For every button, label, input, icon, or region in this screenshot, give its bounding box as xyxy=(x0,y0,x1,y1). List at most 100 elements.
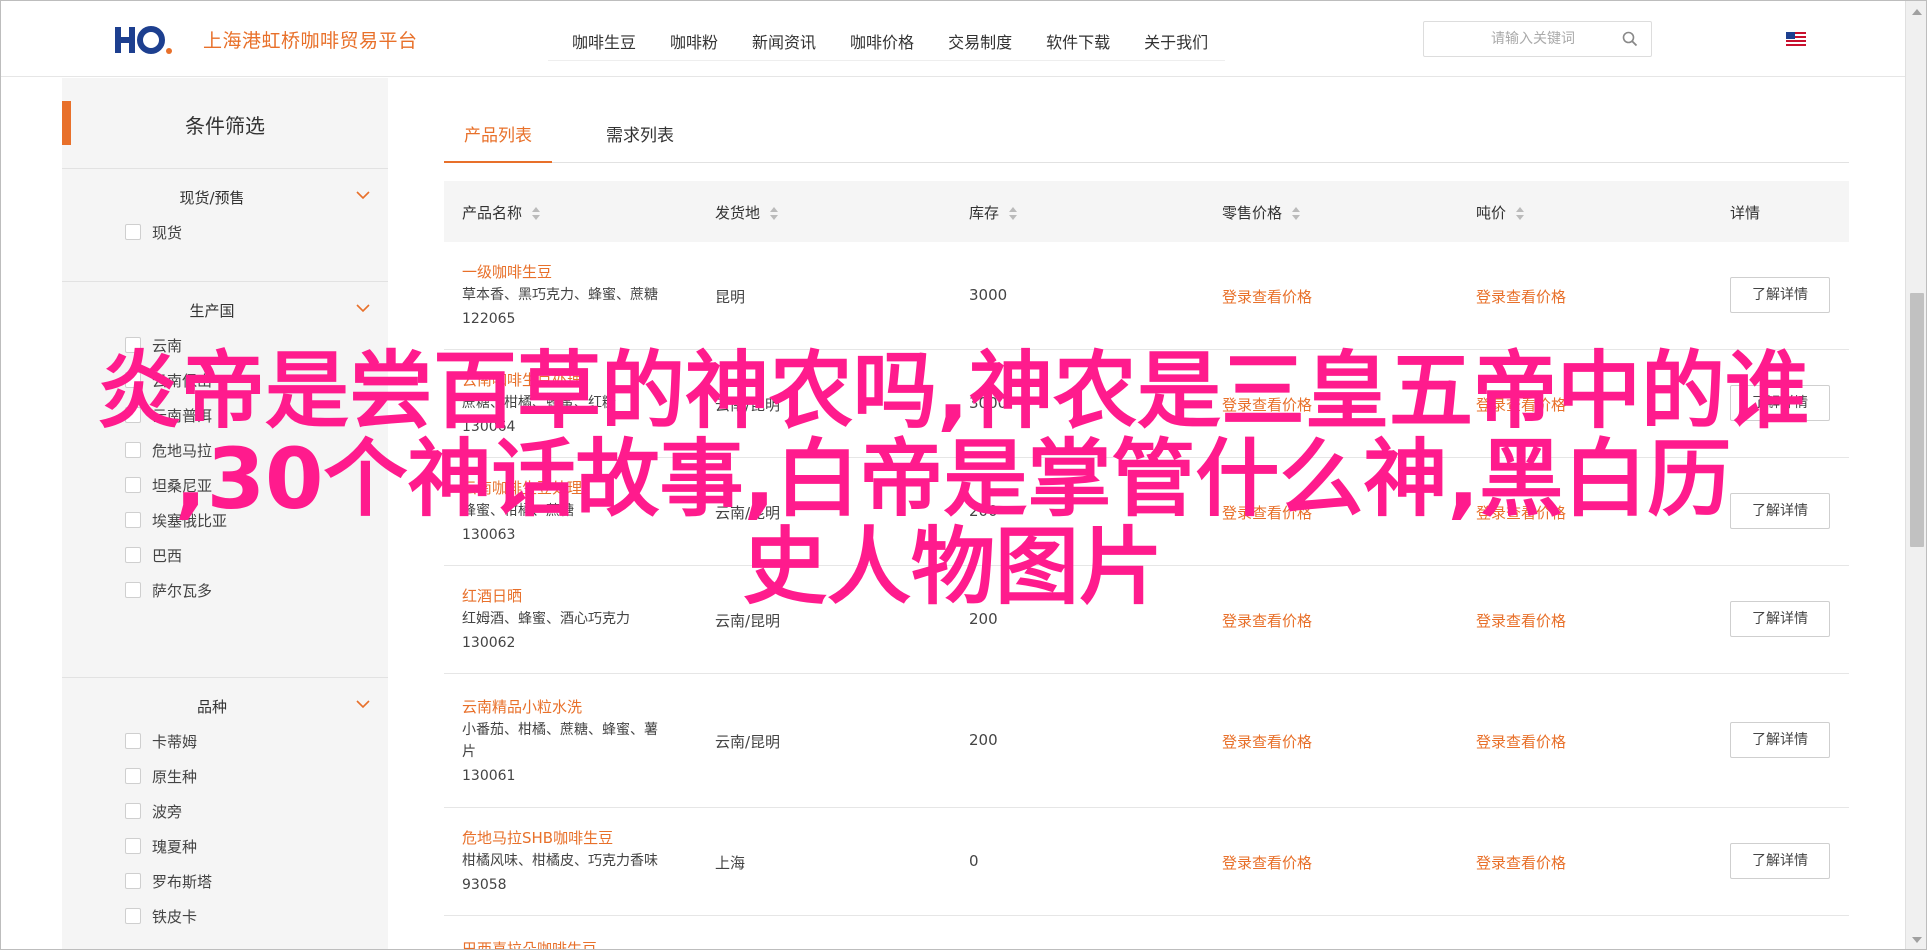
hq-logo-icon[interactable] xyxy=(113,23,173,57)
brand-name[interactable]: 上海港虹桥咖啡贸易平台 xyxy=(203,26,418,53)
ton-price-login-link[interactable]: 登录查看价格 xyxy=(1476,731,1566,752)
column-header-stock[interactable]: 库存 xyxy=(969,202,1018,223)
retail-price-login-link[interactable]: 登录查看价格 xyxy=(1222,394,1312,415)
product-name-link[interactable]: 巴西喜拉朵咖啡生豆 xyxy=(462,938,597,949)
checkbox[interactable] xyxy=(125,337,141,353)
filter-option[interactable]: 原生种 xyxy=(62,759,388,794)
checkbox[interactable] xyxy=(125,372,141,388)
ton-price-login-link[interactable]: 登录查看价格 xyxy=(1476,286,1566,307)
checkbox[interactable] xyxy=(125,477,141,493)
column-header-ton-price[interactable]: 吨价 xyxy=(1476,202,1525,223)
nav-item-green-beans[interactable]: 咖啡生豆 xyxy=(548,23,653,60)
filter-option[interactable]: 现货 xyxy=(62,215,388,250)
filter-option-label: 瑰夏种 xyxy=(152,838,198,856)
product-name-link[interactable]: 一级咖啡生豆 xyxy=(462,261,552,282)
search-icon[interactable] xyxy=(1621,30,1639,48)
checkbox[interactable] xyxy=(125,838,141,854)
nav-item-news[interactable]: 新闻资讯 xyxy=(735,23,833,60)
product-name-link[interactable]: 云南精品小粒水洗 xyxy=(462,696,582,717)
nav-item-prices[interactable]: 咖啡价格 xyxy=(833,23,931,60)
filter-option-label: 原生种 xyxy=(152,768,198,786)
retail-price-login-link[interactable]: 登录查看价格 xyxy=(1222,731,1312,752)
product-name-link[interactable]: 危地马拉SHB咖啡生豆 xyxy=(462,827,613,848)
column-header-origin[interactable]: 发货地 xyxy=(715,202,779,223)
retail-price-login-link[interactable]: 登录查看价格 xyxy=(1222,852,1312,873)
chevron-down-icon[interactable] xyxy=(355,302,371,314)
checkbox[interactable] xyxy=(125,224,141,240)
checkbox[interactable] xyxy=(125,733,141,749)
column-header-retail-price[interactable]: 零售价格 xyxy=(1222,202,1301,223)
product-code: 130063 xyxy=(462,527,516,543)
product-name-link[interactable]: 云南咖啡生豆处理 xyxy=(462,477,582,498)
search-box xyxy=(1423,21,1652,57)
nav-item-coffee-powder[interactable]: 咖啡粉 xyxy=(653,23,735,60)
product-origin: 云南/昆明 xyxy=(715,504,781,522)
filter-option[interactable]: 埃塞俄比亚 xyxy=(62,503,388,538)
checkbox[interactable] xyxy=(125,547,141,563)
checkbox[interactable] xyxy=(125,908,141,924)
filter-option[interactable]: 铁皮卡 xyxy=(62,899,388,934)
retail-price-login-link[interactable]: 登录查看价格 xyxy=(1222,286,1312,307)
filter-option[interactable]: 萨尔瓦多 xyxy=(62,573,388,608)
ton-price-login-link[interactable]: 登录查看价格 xyxy=(1476,610,1566,631)
filter-option[interactable]: 巴西 xyxy=(62,538,388,573)
filter-option-label: 巴西 xyxy=(152,547,183,565)
detail-button[interactable]: 了解详情 xyxy=(1730,722,1830,758)
filter-option[interactable]: 罗布斯塔 xyxy=(62,864,388,899)
checkbox[interactable] xyxy=(125,582,141,598)
filter-option[interactable]: 危地马拉 xyxy=(62,433,388,468)
detail-button[interactable]: 了解详情 xyxy=(1730,493,1830,529)
chevron-down-icon[interactable] xyxy=(355,189,371,201)
detail-button[interactable]: 了解详情 xyxy=(1730,277,1830,313)
filter-option[interactable]: 波旁 xyxy=(62,794,388,829)
nav-item-about[interactable]: 关于我们 xyxy=(1127,23,1225,60)
product-origin: 昆明 xyxy=(715,288,746,306)
filter-option-label: 坦桑尼亚 xyxy=(152,477,213,495)
scrollbar-thumb[interactable] xyxy=(1910,293,1924,547)
active-tab-indicator xyxy=(444,161,552,163)
checkbox[interactable] xyxy=(125,873,141,889)
filter-option[interactable]: 坦桑尼亚 xyxy=(62,468,388,503)
filter-group-title: 生产国 xyxy=(189,302,235,320)
checkbox[interactable] xyxy=(125,512,141,528)
retail-price-login-link[interactable]: 登录查看价格 xyxy=(1222,610,1312,631)
ton-price-login-link[interactable]: 登录查看价格 xyxy=(1476,502,1566,523)
sort-icon[interactable] xyxy=(1516,207,1525,220)
retail-price-login-link[interactable]: 登录查看价格 xyxy=(1222,502,1312,523)
filter-option[interactable]: 云南 xyxy=(62,328,388,363)
product-name-link[interactable]: 云南咖啡生豆处理 xyxy=(462,369,582,390)
tab-product-list[interactable]: 产品列表 xyxy=(464,121,532,146)
scroll-down-arrow-icon[interactable] xyxy=(1912,937,1922,943)
product-stock: 3000 xyxy=(969,394,1008,412)
detail-button[interactable]: 了解详情 xyxy=(1730,843,1830,879)
us-flag-icon[interactable] xyxy=(1786,32,1806,46)
product-flavor: 小番茄、柑橘、蔗糖、蜂蜜、薯 xyxy=(462,722,658,738)
product-name-link[interactable]: 红酒日晒 xyxy=(462,585,522,606)
sort-icon[interactable] xyxy=(1292,207,1301,220)
vertical-scrollbar[interactable] xyxy=(1905,1,1926,949)
detail-button[interactable]: 了解详情 xyxy=(1730,385,1830,421)
detail-button[interactable]: 了解详情 xyxy=(1730,601,1830,637)
checkbox[interactable] xyxy=(125,803,141,819)
column-header-name[interactable]: 产品名称 xyxy=(462,202,541,223)
ton-price-login-link[interactable]: 登录查看价格 xyxy=(1476,394,1566,415)
checkbox[interactable] xyxy=(125,407,141,423)
sort-icon[interactable] xyxy=(770,207,779,220)
filter-option[interactable]: 瑰夏种 xyxy=(62,829,388,864)
sort-icon[interactable] xyxy=(532,207,541,220)
nav-item-download[interactable]: 软件下载 xyxy=(1029,23,1127,60)
tab-demand-list[interactable]: 需求列表 xyxy=(606,121,674,146)
checkbox[interactable] xyxy=(125,768,141,784)
ton-price-login-link[interactable]: 登录查看价格 xyxy=(1476,852,1566,873)
filter-option[interactable]: 卡蒂姆 xyxy=(62,724,388,759)
scroll-up-arrow-icon[interactable] xyxy=(1912,9,1922,15)
checkbox[interactable] xyxy=(125,442,141,458)
product-origin: 云南/昆明 xyxy=(715,612,781,630)
sort-icon[interactable] xyxy=(1009,207,1018,220)
filter-option[interactable]: 云南普洱 xyxy=(62,398,388,433)
table-row: 危地马拉SHB咖啡生豆 柑橘风味、柑橘皮、巧克力香味 93058 上海 0 登录… xyxy=(444,808,1849,916)
filter-option[interactable]: 云南保山 xyxy=(62,363,388,398)
chevron-down-icon[interactable] xyxy=(355,698,371,710)
nav-item-rules[interactable]: 交易制度 xyxy=(931,23,1029,60)
search-input[interactable] xyxy=(1424,22,1614,56)
